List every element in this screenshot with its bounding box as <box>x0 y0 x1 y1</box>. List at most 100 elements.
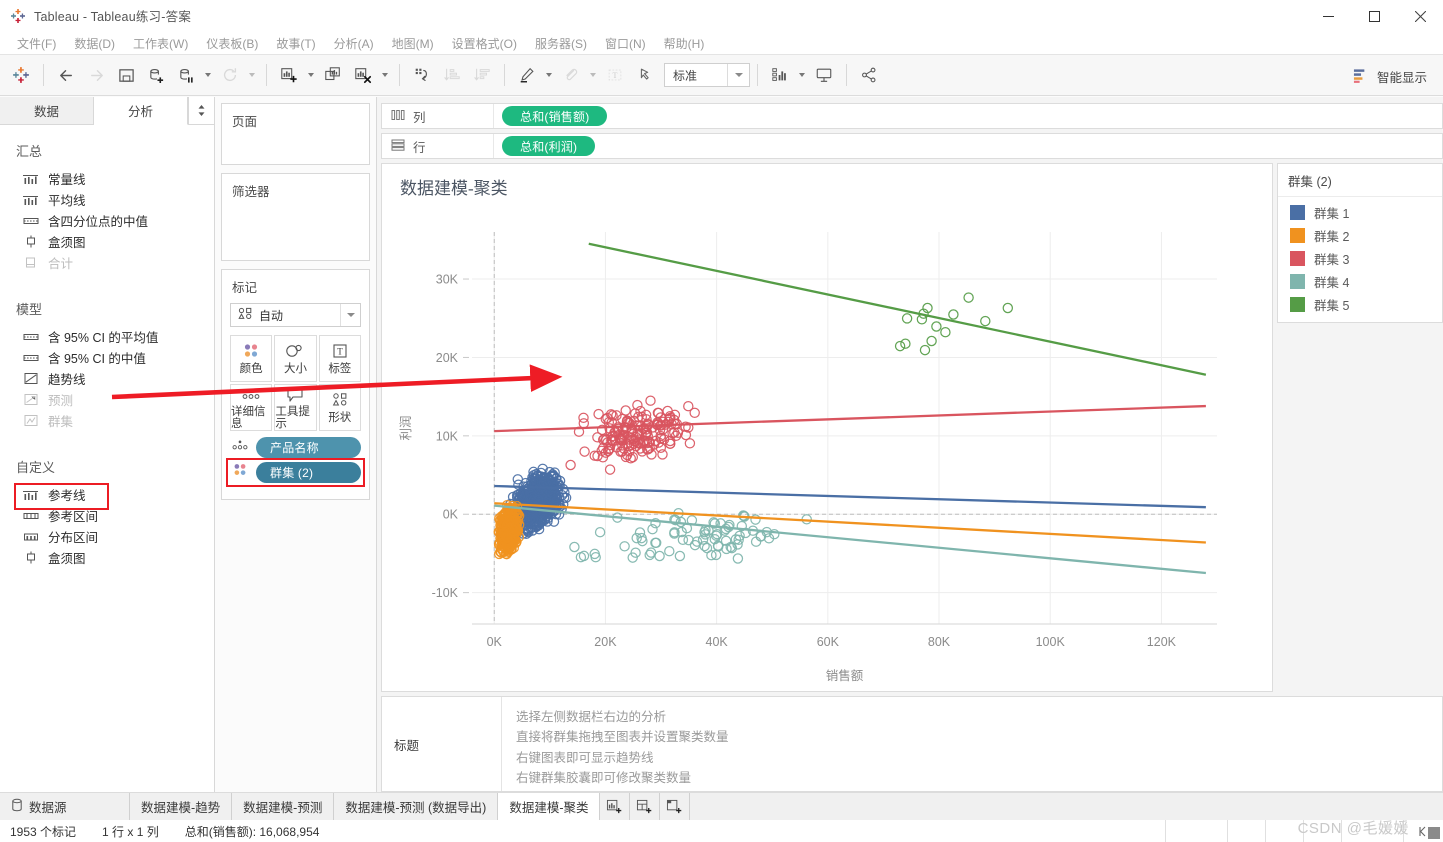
pause-refresh-icon[interactable] <box>171 60 201 90</box>
menu-map[interactable]: 地图(M) <box>383 33 443 54</box>
analytics-item-totals[interactable]: 合计 <box>0 252 214 273</box>
legend-item[interactable]: 群集 1 <box>1278 201 1442 224</box>
group-icon[interactable] <box>556 60 586 90</box>
new-dashboard-tab-icon[interactable] <box>630 793 661 820</box>
marks-label-button[interactable]: T 标签 <box>318 335 361 382</box>
menu-dashboard[interactable]: 仪表板(B) <box>197 33 267 54</box>
analytics-item-constant-line[interactable]: 常量线 <box>0 168 214 189</box>
color-icon <box>245 344 258 357</box>
tab-sheet-forecast[interactable]: 数据建模-预测 <box>232 793 335 820</box>
analytics-item-cluster[interactable]: 群集 <box>0 410 214 431</box>
sort-ascending-icon[interactable] <box>437 60 467 90</box>
refresh-icon[interactable] <box>215 60 245 90</box>
tab-sheet-cluster[interactable]: 数据建模-聚类 <box>498 793 601 820</box>
refresh-dropdown[interactable] <box>245 60 259 90</box>
shape-icon <box>332 393 347 406</box>
clear-sheet-icon[interactable] <box>348 60 378 90</box>
menu-worksheet[interactable]: 工作表(W) <box>124 33 197 54</box>
highlight-icon[interactable] <box>512 60 542 90</box>
analytics-item-reference-band[interactable]: 参考区间 <box>0 505 214 526</box>
menu-server[interactable]: 服务器(S) <box>526 33 596 54</box>
marks-detail-button[interactable]: 详细信息 <box>230 384 273 431</box>
close-button[interactable] <box>1397 0 1443 32</box>
fix-axes-icon[interactable] <box>630 60 660 90</box>
menu-file[interactable]: 文件(F) <box>8 33 65 54</box>
scatter-plot[interactable]: 数据建模-聚类 0K 20K 40K 60K 80K 100K 120K -10K 0K 10K 20… <box>382 164 1277 692</box>
tab-sheet-forecast-export[interactable]: 数据建模-预测 (数据导出) <box>334 793 499 820</box>
duplicate-sheet-icon[interactable] <box>318 60 348 90</box>
show-hide-cards-icon[interactable] <box>765 60 795 90</box>
new-worksheet-tab-icon[interactable] <box>600 793 631 820</box>
mark-type-dropdown[interactable]: 自动 <box>230 303 361 327</box>
minimize-button[interactable] <box>1305 0 1351 32</box>
svg-text:0K: 0K <box>443 508 459 522</box>
show-hide-cards-dropdown[interactable] <box>795 60 809 90</box>
group-dropdown[interactable] <box>586 60 600 90</box>
new-data-source-icon[interactable] <box>141 60 171 90</box>
legend-item[interactable]: 群集 4 <box>1278 270 1442 293</box>
show-me-button[interactable]: 智能显示 <box>1345 61 1435 91</box>
tableau-home-icon[interactable] <box>6 60 36 90</box>
marks-tooltip-button[interactable]: 工具提示 <box>274 384 317 431</box>
tab-analytics[interactable]: 分析 <box>94 97 188 125</box>
analytics-item-median-quartiles[interactable]: 含四分位点的中值 <box>0 210 214 231</box>
share-icon[interactable] <box>854 60 884 90</box>
legend-label: 群集 5 <box>1314 299 1350 313</box>
maximize-button[interactable] <box>1351 0 1397 32</box>
caption-card[interactable]: 标题 选择左侧数据栏右边的分析 直接将群集拖拽至图表并设置聚类数量 右键图表即可… <box>381 696 1443 792</box>
columns-shelf-drop[interactable]: 总和(销售额) <box>494 106 1442 126</box>
resize-grip[interactable] <box>1428 827 1440 839</box>
analytics-item-box-plot-custom[interactable]: 盒须图 <box>0 547 214 568</box>
analytics-item-trend-line[interactable]: 趋势线 <box>0 368 214 389</box>
pill-product-name[interactable]: 产品名称 <box>256 437 361 458</box>
fit-dropdown[interactable]: 标准 <box>664 63 750 87</box>
analytics-item-median-with-ci[interactable]: 含 95% CI 的中值 <box>0 347 214 368</box>
pane-collapse-button[interactable] <box>188 97 214 124</box>
status-cell <box>1165 820 1227 842</box>
new-story-tab-icon[interactable] <box>660 793 691 820</box>
svg-text:120K: 120K <box>1147 635 1177 649</box>
save-icon[interactable] <box>111 60 141 90</box>
rows-shelf-drop[interactable]: 总和(利润) <box>494 136 1442 156</box>
marks-shape-button[interactable]: 形状 <box>318 384 361 431</box>
legend-item[interactable]: 群集 2 <box>1278 224 1442 247</box>
columns-shelf[interactable]: 列 总和(销售额) <box>381 103 1443 129</box>
menu-data[interactable]: 数据(D) <box>65 33 124 54</box>
tab-data[interactable]: 数据 <box>0 97 94 124</box>
filters-card[interactable]: 筛选器 <box>221 173 370 261</box>
pause-refresh-dropdown[interactable] <box>201 60 215 90</box>
sort-descending-icon[interactable] <box>467 60 497 90</box>
menu-analysis[interactable]: 分析(A) <box>325 33 383 54</box>
tab-sheet-trend[interactable]: 数据建模-趋势 <box>130 793 233 820</box>
menu-format[interactable]: 设置格式(O) <box>443 33 526 54</box>
menu-window[interactable]: 窗口(N) <box>596 33 655 54</box>
analytics-item-average-with-ci[interactable]: 含 95% CI 的平均值 <box>0 326 214 347</box>
pill-sum-profit[interactable]: 总和(利润) <box>502 136 596 156</box>
pages-card[interactable]: 页面 <box>221 103 370 165</box>
menu-help[interactable]: 帮助(H) <box>655 33 714 54</box>
legend-item[interactable]: 群集 3 <box>1278 247 1442 270</box>
swap-axes-icon[interactable] <box>407 60 437 90</box>
analytics-item-average-line[interactable]: 平均线 <box>0 189 214 210</box>
analytics-item-forecast[interactable]: 预测 <box>0 389 214 410</box>
analytics-item-reference-line[interactable]: 参考线 <box>0 484 214 505</box>
pill-cluster[interactable]: 群集 (2) <box>256 462 361 483</box>
legend-item[interactable]: 群集 5 <box>1278 293 1442 316</box>
pill-sum-sales[interactable]: 总和(销售额) <box>502 106 608 126</box>
rows-shelf[interactable]: 行 总和(利润) <box>381 133 1443 159</box>
new-worksheet-icon[interactable] <box>274 60 304 90</box>
new-worksheet-dropdown[interactable] <box>304 60 318 90</box>
marks-size-button[interactable]: 大小 <box>274 335 317 382</box>
redo-icon[interactable] <box>81 60 111 90</box>
show-labels-icon[interactable]: T <box>600 60 630 90</box>
highlight-dropdown[interactable] <box>542 60 556 90</box>
chart-view[interactable]: 数据建模-聚类 0K 20K 40K 60K 80K 100K 120K -10K 0K 10K 20… <box>381 163 1273 692</box>
marks-color-button[interactable]: 颜色 <box>230 335 273 382</box>
analytics-item-distribution-band[interactable]: 分布区间 <box>0 526 214 547</box>
clear-sheet-dropdown[interactable] <box>378 60 392 90</box>
undo-icon[interactable] <box>51 60 81 90</box>
analytics-item-box-plot[interactable]: 盒须图 <box>0 231 214 252</box>
menu-story[interactable]: 故事(T) <box>267 33 324 54</box>
tab-data-source[interactable]: 数据源 <box>0 793 130 820</box>
presentation-mode-icon[interactable] <box>809 60 839 90</box>
